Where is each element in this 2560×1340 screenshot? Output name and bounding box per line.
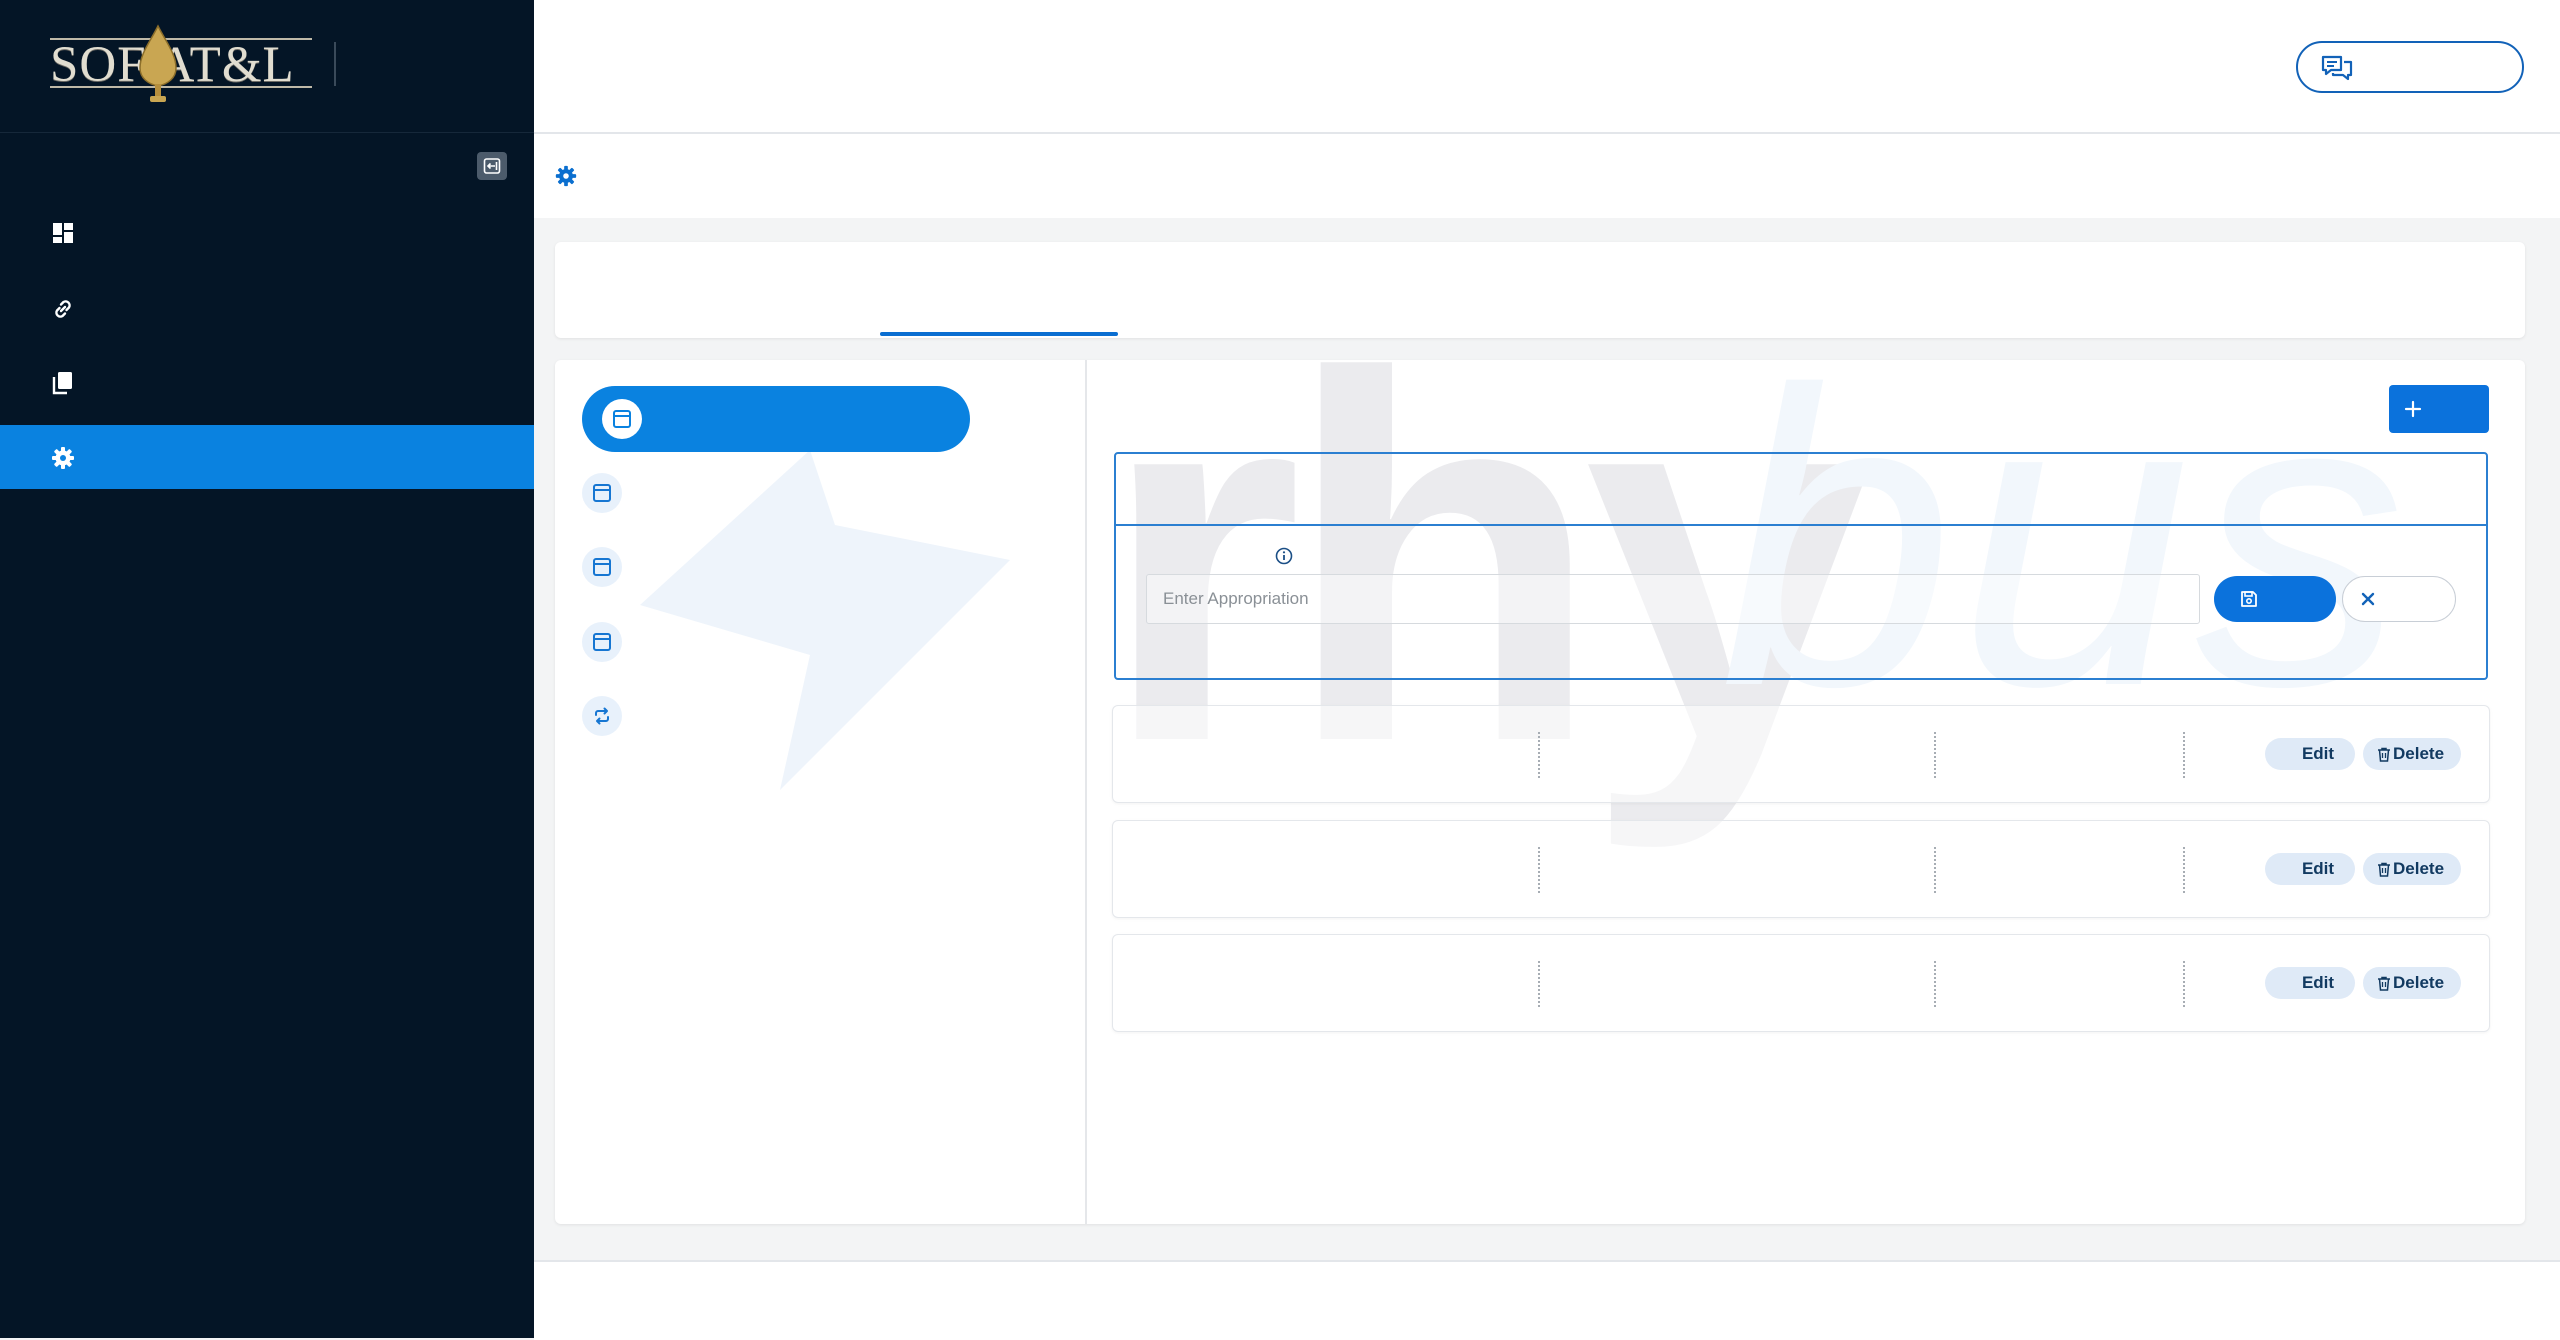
config-tab-4[interactable] xyxy=(582,622,622,662)
column-divider xyxy=(2183,847,2185,893)
close-icon xyxy=(2361,592,2375,606)
trash-icon xyxy=(2378,747,2390,762)
delete-label: Delete xyxy=(2393,744,2445,763)
window-icon xyxy=(593,633,611,651)
spearhead-icon xyxy=(139,24,177,102)
logo-rule-bottom xyxy=(50,86,312,88)
column-divider xyxy=(1538,961,1540,1007)
table-row: Edit Delete xyxy=(1112,820,2490,918)
trash-icon xyxy=(2378,976,2390,991)
config-tab-1[interactable] xyxy=(582,386,970,452)
column-divider xyxy=(1538,847,1540,893)
table-row: Edit Delete xyxy=(1112,705,2490,803)
column-divider xyxy=(1538,732,1540,778)
window-icon xyxy=(613,410,631,428)
chat-button[interactable] xyxy=(2296,41,2524,93)
delete-button[interactable]: Delete xyxy=(2363,967,2461,999)
collapse-sidebar-button[interactable] xyxy=(477,152,507,180)
config-tab-3[interactable] xyxy=(582,547,622,587)
window-icon xyxy=(593,558,611,576)
add-button[interactable] xyxy=(2389,385,2489,433)
settings-gear-icon xyxy=(555,165,577,187)
delete-label: Delete xyxy=(2393,859,2445,878)
chat-bubbles-icon xyxy=(2321,55,2353,81)
window-icon xyxy=(593,484,611,502)
sync-icon xyxy=(595,707,609,725)
link-icon xyxy=(55,300,71,318)
top-bar xyxy=(534,0,2560,134)
form-header-divider xyxy=(1116,524,2486,526)
info-icon[interactable] xyxy=(1274,546,1294,566)
plus-icon xyxy=(2404,400,2422,418)
column-divider xyxy=(2183,732,2185,778)
config-tab-5[interactable] xyxy=(582,696,622,736)
add-appropriation-form xyxy=(1114,452,2488,680)
delete-button[interactable]: Delete xyxy=(2363,738,2461,770)
logo-area: SOF AT&L xyxy=(0,0,534,133)
edit-label: Edit xyxy=(2301,744,2335,763)
cancel-button[interactable] xyxy=(2342,576,2456,622)
sidebar-item-settings[interactable] xyxy=(0,425,534,489)
appropriation-input[interactable] xyxy=(1146,574,2200,624)
edit-button[interactable]: Edit xyxy=(2265,853,2355,885)
table-row: Edit Delete xyxy=(1112,934,2490,1032)
edit-label: Edit xyxy=(2301,973,2335,992)
delete-label: Delete xyxy=(2393,973,2445,992)
collapse-icon xyxy=(483,158,501,174)
dashboard-icon xyxy=(53,223,73,243)
documents-icon xyxy=(52,372,72,395)
config-tab-1-icon-circle xyxy=(602,399,642,439)
gear-icon xyxy=(52,447,74,469)
trash-icon xyxy=(2378,862,2390,877)
active-tab-indicator xyxy=(880,332,1118,336)
save-icon xyxy=(2241,591,2257,607)
column-divider xyxy=(1934,961,1936,1007)
watermark-bolt-icon xyxy=(640,450,1010,790)
sidebar-item-links[interactable] xyxy=(0,276,534,340)
footer xyxy=(534,1260,2560,1340)
sidebar-item-documents[interactable] xyxy=(0,350,534,414)
sidebar-item-dashboard[interactable] xyxy=(0,200,534,264)
brand-logo[interactable]: SOF AT&L xyxy=(46,20,316,110)
delete-button[interactable]: Delete xyxy=(2363,853,2461,885)
sidebar: SOF AT&L xyxy=(0,0,534,1338)
save-button[interactable] xyxy=(2214,576,2336,622)
edit-button[interactable]: Edit xyxy=(2265,967,2355,999)
config-tab-2[interactable] xyxy=(582,473,622,513)
column-divider xyxy=(2183,961,2185,1007)
logo-divider xyxy=(334,42,336,86)
edit-button[interactable]: Edit xyxy=(2265,738,2355,770)
column-divider xyxy=(1934,732,1936,778)
edit-label: Edit xyxy=(2301,859,2335,878)
page-header xyxy=(534,134,2560,218)
column-divider xyxy=(1934,847,1936,893)
